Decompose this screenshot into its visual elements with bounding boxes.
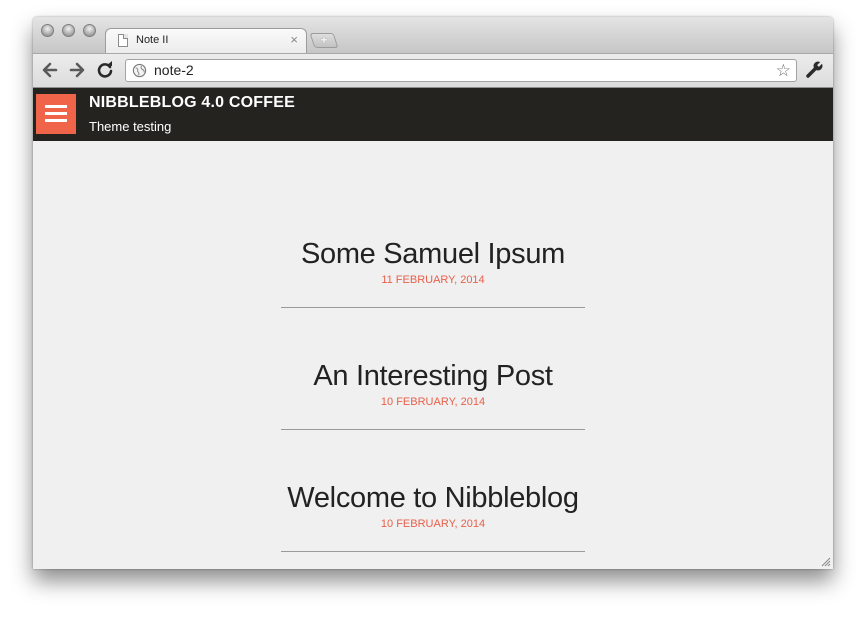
site-subtitle: Theme testing: [89, 119, 172, 134]
back-arrow-icon: [42, 62, 58, 78]
site-title[interactable]: NIBBLEBLOG 4.0 COFFEE: [89, 94, 295, 112]
tab-strip: Note II × +: [33, 17, 833, 53]
menu-icon-bar: [45, 119, 67, 122]
post-date: 11 FEBRUARY, 2014: [381, 274, 485, 286]
post-item: Some Samuel Ipsum 11 FEBRUARY, 2014: [281, 237, 585, 308]
new-tab-button[interactable]: +: [309, 33, 339, 48]
close-window-button[interactable]: [41, 24, 54, 37]
forward-arrow-icon: [69, 62, 85, 78]
post-date: 10 FEBRUARY, 2014: [380, 396, 486, 408]
post-item: An Interesting Post 10 FEBRUARY, 2014: [281, 359, 585, 430]
menu-icon: [45, 105, 67, 108]
post-list: Some Samuel Ipsum 11 FEBRUARY, 2014 An I…: [33, 141, 833, 569]
post-item: Welcome to Nibbleblog 10 FEBRUARY, 2014: [281, 481, 585, 552]
browser-toolbar: note-2 ☆: [33, 53, 833, 88]
post-title[interactable]: An Interesting Post: [221, 359, 645, 393]
post-title[interactable]: Some Samuel Ipsum: [221, 237, 645, 271]
browser-window: Note II × + note-2 ☆ NIBBLEBLOG 4.0 COFF…: [33, 17, 833, 569]
address-bar[interactable]: note-2 ☆: [125, 59, 797, 82]
url-text: note-2: [154, 62, 194, 78]
forward-button[interactable]: [66, 59, 88, 81]
divider: [281, 429, 585, 430]
site-header: NIBBLEBLOG 4.0 COFFEE Theme testing: [33, 88, 833, 141]
tab-close-icon[interactable]: ×: [290, 32, 298, 48]
reload-button[interactable]: [94, 59, 116, 81]
zoom-window-button[interactable]: [83, 24, 96, 37]
back-button[interactable]: [39, 59, 61, 81]
post-date: 10 FEBRUARY, 2014: [380, 518, 486, 530]
divider: [281, 307, 585, 308]
post-title[interactable]: Welcome to Nibbleblog: [221, 481, 645, 515]
bookmark-star-icon[interactable]: ☆: [776, 60, 791, 81]
divider: [281, 551, 585, 552]
wrench-icon[interactable]: [805, 60, 825, 80]
tab-title: Note II: [136, 34, 169, 46]
hamburger-menu-button[interactable]: [36, 94, 76, 134]
minimize-window-button[interactable]: [62, 24, 75, 37]
tab-note-ii[interactable]: Note II ×: [105, 28, 307, 53]
plus-icon: +: [320, 33, 328, 47]
resize-grip-icon[interactable]: [821, 557, 831, 567]
menu-icon-bar: [45, 112, 67, 115]
page-icon: [118, 34, 128, 47]
reload-icon: [97, 61, 113, 78]
globe-icon: [132, 63, 147, 78]
